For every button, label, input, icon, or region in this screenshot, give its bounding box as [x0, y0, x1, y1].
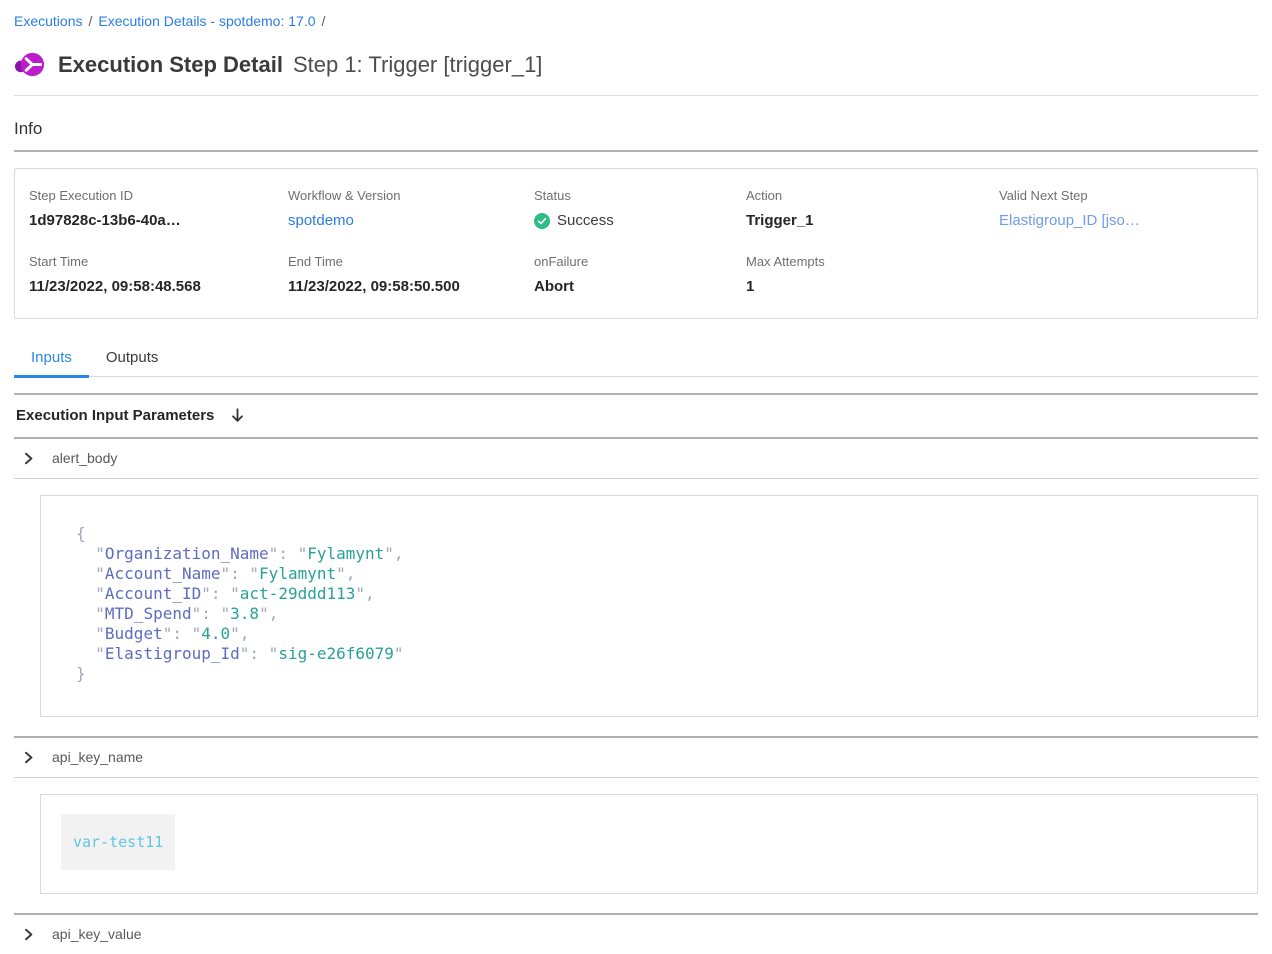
field-label: Max Attempts: [746, 254, 999, 269]
page-title: Execution Step Detail: [58, 52, 283, 78]
param-value-chip: var-test11: [61, 814, 175, 870]
field-value: Abort: [534, 278, 746, 295]
param-name: alert_body: [52, 450, 117, 466]
status-value: Success: [534, 212, 746, 229]
breadcrumb-link[interactable]: Execution Details - spotdemo: 17.0: [98, 13, 315, 29]
field-label: Step Execution ID: [29, 188, 288, 203]
field-label: Status: [534, 188, 746, 203]
field-value: 1: [746, 278, 999, 295]
field-value: Trigger_1: [746, 212, 999, 229]
field-label: Action: [746, 188, 999, 203]
field-label: Valid Next Step: [999, 188, 1247, 203]
param-name: api_key_value: [52, 926, 142, 942]
info-field: Start Time 11/23/2022, 09:58:48.568: [29, 254, 288, 295]
field-value: 1d97828c-13b6-40a…: [29, 212, 288, 229]
info-field: Status Success: [534, 188, 746, 230]
chevron-right-icon: [22, 751, 35, 764]
arrow-down-icon[interactable]: [229, 407, 246, 424]
status-text: Success: [557, 212, 614, 229]
info-field: Action Trigger_1: [746, 188, 999, 230]
field-label: onFailure: [534, 254, 746, 269]
chevron-right-icon: [22, 928, 35, 941]
fylamynt-logo-icon: [14, 49, 45, 80]
param-name: api_key_name: [52, 749, 143, 765]
field-label: Start Time: [29, 254, 288, 269]
info-field: onFailure Abort: [534, 254, 746, 295]
info-heading: Info: [14, 119, 1258, 139]
info-card: Step Execution ID 1d97828c-13b6-40a…Workf…: [14, 168, 1258, 319]
breadcrumb-link[interactable]: Executions: [14, 13, 82, 29]
success-check-icon: [534, 213, 550, 229]
next-step-link[interactable]: Elastigroup_ID [jso…: [999, 212, 1140, 229]
info-field: Workflow & Version spotdemo: [288, 188, 534, 230]
breadcrumb: Executions / Execution Details - spotdemo:…: [14, 12, 1258, 30]
breadcrumb-separator: /: [322, 13, 326, 29]
separator: [14, 777, 1258, 778]
info-field: Max Attempts 1: [746, 254, 999, 295]
info-field: Valid Next Step Elastigroup_ID [jso…: [999, 188, 1247, 230]
params-header-label: Execution Input Parameters: [16, 407, 214, 424]
page-subtitle: Step 1: Trigger [trigger_1]: [293, 52, 542, 78]
workflow-link[interactable]: spotdemo: [288, 212, 354, 229]
info-field: End Time 11/23/2022, 09:58:50.500: [288, 254, 534, 295]
param-row-alert_body[interactable]: alert_body: [14, 439, 1258, 478]
parameters-list: alert_body { "Organization_Name": "Fylamy…: [14, 437, 1258, 954]
execution-step-detail-page: Executions / Execution Details - spotdemo:…: [0, 0, 1272, 954]
param-content-alert_body: { "Organization_Name": "Fylamynt", "Acco…: [40, 495, 1258, 717]
field-value: 11/23/2022, 09:58:48.568: [29, 278, 288, 295]
page-header: Execution Step Detail Step 1: Trigger [t…: [14, 49, 1258, 80]
param-row-api_key_name[interactable]: api_key_name: [14, 738, 1258, 777]
json-code-block[interactable]: { "Organization_Name": "Fylamynt", "Acco…: [41, 496, 1257, 716]
divider: [14, 150, 1258, 152]
divider: [14, 95, 1258, 96]
chevron-right-icon: [22, 452, 35, 465]
info-field: Step Execution ID 1d97828c-13b6-40a…: [29, 188, 288, 230]
tab-outputs[interactable]: Outputs: [89, 342, 176, 376]
tab-inputs[interactable]: Inputs: [14, 342, 89, 376]
param-row-api_key_value[interactable]: api_key_value: [14, 915, 1258, 954]
separator: [14, 478, 1258, 479]
breadcrumb-separator: /: [88, 13, 92, 29]
field-label: Workflow & Version: [288, 188, 534, 203]
field-label: End Time: [288, 254, 534, 269]
param-content-api_key_name: var-test11: [40, 794, 1258, 894]
params-header: Execution Input Parameters: [14, 395, 1258, 437]
field-value: 11/23/2022, 09:58:50.500: [288, 278, 534, 295]
tab-bar: InputsOutputs: [14, 342, 1258, 377]
